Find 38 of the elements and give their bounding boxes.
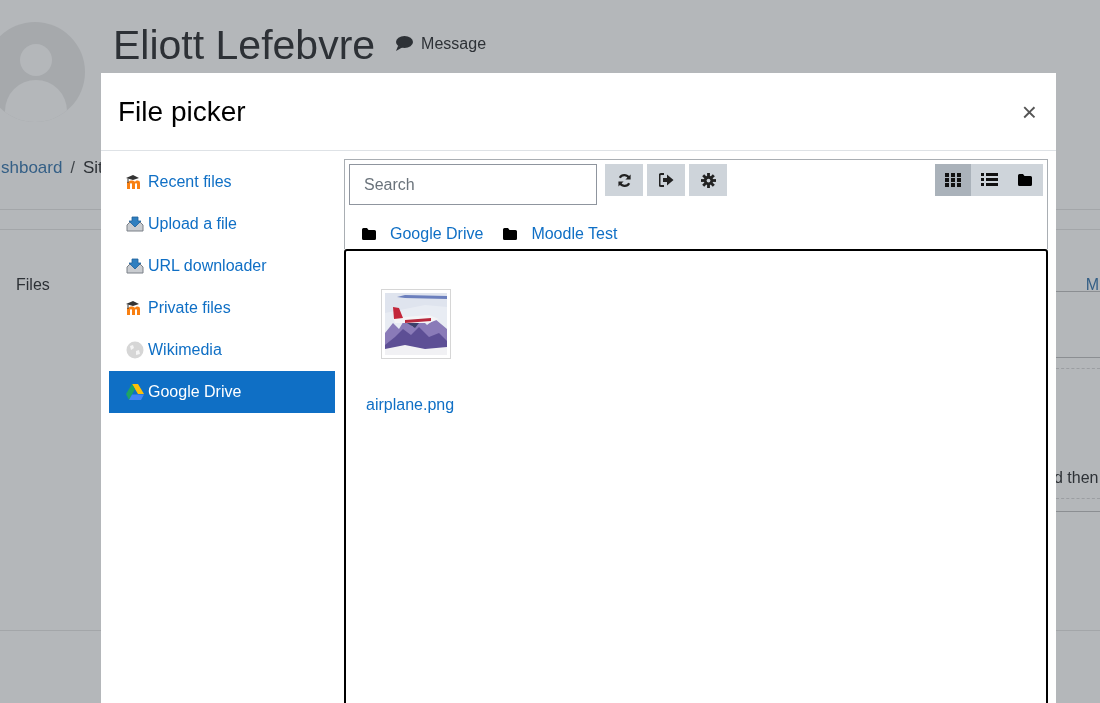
folder-icon: [503, 228, 518, 240]
toolbar-button[interactable]: [647, 164, 685, 196]
thumbnail-frame[interactable]: [381, 289, 451, 359]
globe-icon: [126, 341, 144, 359]
list-icon: [980, 173, 998, 187]
message-link[interactable]: Message: [421, 31, 487, 56]
settings-icon: [700, 172, 716, 188]
toolbar-button[interactable]: [605, 164, 643, 196]
download-tray-icon: [126, 216, 144, 232]
breadcrumb-link[interactable]: Sit: [82, 154, 103, 181]
repository-item[interactable]: Google Drive: [109, 371, 335, 413]
download-tray-icon: [126, 258, 144, 274]
toolbar-button[interactable]: [689, 164, 727, 196]
repository-item[interactable]: URL downloader: [109, 245, 335, 287]
close-button[interactable]: ×: [1021, 98, 1037, 125]
repository-item[interactable]: Wikimedia: [109, 329, 335, 371]
folder-icon: [1018, 174, 1032, 186]
view-mode-button[interactable]: [935, 164, 971, 196]
file-name[interactable]: airplane.png: [366, 393, 455, 417]
grid-icon: [945, 173, 961, 187]
dialog-title: File picker: [118, 94, 246, 129]
view-mode-button[interactable]: [971, 164, 1007, 196]
repository-item[interactable]: Recent files: [109, 161, 335, 203]
drive-icon: [126, 384, 144, 400]
folder-icon: [362, 228, 376, 240]
repository-item[interactable]: Upload a file: [109, 203, 335, 245]
view-mode-button[interactable]: [1007, 164, 1043, 196]
path-link[interactable]: Google Drive: [390, 222, 484, 246]
speech-bubble-icon: [395, 36, 414, 52]
refresh-icon: [616, 172, 632, 188]
breadcrumb-link[interactable]: shboard: [1, 154, 63, 181]
repository-item[interactable]: Private files: [109, 287, 335, 329]
user-name: Eliott Lefebvre: [113, 21, 376, 70]
logout-icon: [658, 173, 674, 187]
files-label: Files: [16, 275, 50, 295]
search-field[interactable]: Search: [349, 164, 597, 205]
path-link[interactable]: Moodle Test: [531, 222, 618, 246]
breadcrumb-separator: /: [70, 157, 75, 178]
